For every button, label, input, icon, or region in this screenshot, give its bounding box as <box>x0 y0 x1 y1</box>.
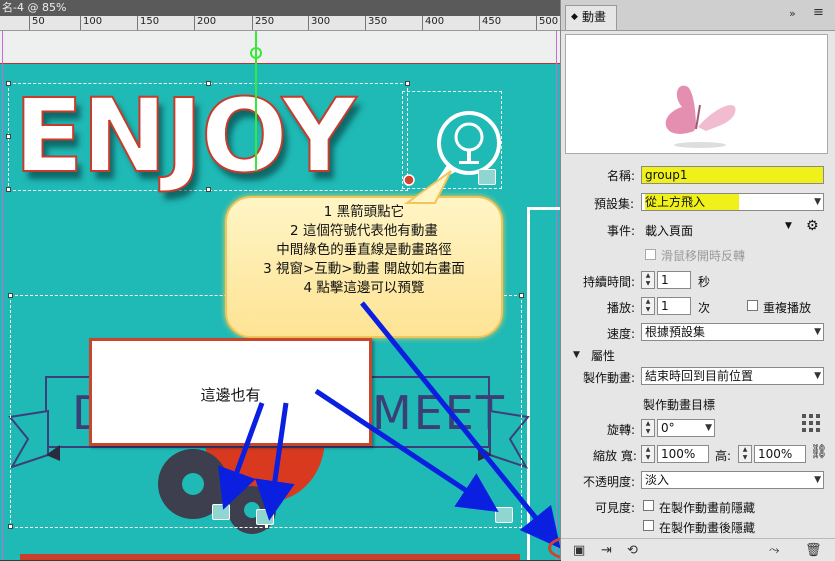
ruler-tick: 450 <box>479 16 501 30</box>
tab-label: 動畫 <box>582 10 607 24</box>
ruler-tick: 250 <box>252 16 274 30</box>
scale-width-stepper[interactable]: ▲ ▼ <box>641 445 655 463</box>
butterfly-icon <box>665 85 736 148</box>
rotate-label: 旋轉: <box>607 423 636 437</box>
opacity-dropdown[interactable]: 淡入 ▼ <box>641 471 824 489</box>
chevron-down-icon: ▼ <box>814 327 821 337</box>
opacity-value: 淡入 <box>645 473 670 487</box>
rotate-dropdown[interactable]: 0° ▼ <box>657 419 715 437</box>
ruler-tick: 150 <box>137 16 159 30</box>
hide-after-checkbox[interactable] <box>643 520 654 531</box>
properties-label[interactable]: 屬性 <box>591 347 615 364</box>
chevron-down-icon[interactable]: ▼ <box>785 221 792 231</box>
hide-before-label: 在製作動畫前隱藏 <box>659 501 756 515</box>
duration-unit: 秒 <box>698 275 711 289</box>
animate-label: 製作動畫: <box>583 371 636 385</box>
ruler-tick: 500 <box>536 16 558 30</box>
expand-icon[interactable]: » <box>789 7 796 20</box>
link-icon[interactable]: ⛓ <box>810 444 828 460</box>
panel-bottom-toolbar: ▣ ⇥ ⟲ ⤳ 🗑 <box>561 538 835 561</box>
hide-after-label: 在製作動畫後隱藏 <box>659 521 756 535</box>
scale-height-label: 高: <box>715 449 732 463</box>
preview-spread-icon[interactable]: ▣ <box>573 543 585 558</box>
scale-width-label: 縮放 寬: <box>593 449 637 463</box>
loop-checkbox[interactable] <box>747 300 758 311</box>
bottom-red-bar <box>20 554 520 560</box>
preset-label: 預設集: <box>594 197 635 211</box>
play-field[interactable]: 1 <box>657 297 691 315</box>
panel-menu-icon[interactable]: ≡ <box>813 5 824 20</box>
duration-label: 持續時間: <box>583 275 636 289</box>
chevron-down-icon: ▼ <box>814 475 821 485</box>
animate-dropdown[interactable]: 結束時回到目前位置 ▼ <box>641 367 824 385</box>
preset-dropdown[interactable]: 從上方飛入 ▼ <box>641 193 824 211</box>
convert-path-icon[interactable]: ⟲ <box>627 543 638 558</box>
animation-panel: ◆ 動畫 » ≡ 名稱: group1 預設集: 從上方飛入 ▼ 事件: 載入頁… <box>560 0 835 561</box>
play-stepper[interactable]: ▲ ▼ <box>641 297 655 315</box>
motion-path-icon[interactable]: ⤳ <box>769 543 779 558</box>
scale-height-stepper[interactable]: ▲ ▼ <box>738 445 752 463</box>
hide-before-checkbox[interactable] <box>643 500 654 511</box>
duration-stepper[interactable]: ▲ ▼ <box>641 271 655 289</box>
speed-value: 根據預設集 <box>645 325 706 339</box>
scale-width-field[interactable]: 100% <box>657 445 709 463</box>
horizontal-ruler: 50 100 150 200 250 300 350 400 450 500 <box>0 16 560 31</box>
opacity-label: 不透明度: <box>583 475 636 489</box>
name-field[interactable]: group1 <box>641 166 824 184</box>
name-label: 名稱: <box>607 169 636 183</box>
animation-preview[interactable] <box>565 34 828 154</box>
ruler-tick: 50 <box>29 16 45 30</box>
show-path-icon[interactable]: ⇥ <box>601 543 612 558</box>
scale-height-field[interactable]: 100% <box>754 445 806 463</box>
expand-triangle-icon[interactable]: ▼ <box>573 350 580 360</box>
duration-field[interactable]: 1 <box>657 271 691 289</box>
rotate-value: 0° <box>661 421 675 435</box>
play-unit: 次 <box>698 301 711 315</box>
visibility-label: 可見度: <box>595 501 636 515</box>
annotation-arrows <box>218 301 560 549</box>
event-dropdown[interactable]: 載入頁面 <box>645 222 693 239</box>
ruler-tick: 200 <box>194 16 216 30</box>
chevron-down-icon: ▼ <box>705 423 712 433</box>
tab-animation[interactable]: ◆ 動畫 <box>565 5 617 30</box>
chevron-down-icon: ▼ <box>814 371 821 381</box>
ruler-tick: 400 <box>422 16 444 30</box>
panel-header: ◆ 動畫 » ≡ <box>561 0 835 31</box>
event-options-icon[interactable]: ⚙ <box>806 218 819 234</box>
document-canvas[interactable]: D MEET ENJOY <box>0 31 560 560</box>
chevron-down-icon: ▼ <box>814 197 821 207</box>
ruler-tick: 100 <box>80 16 102 30</box>
speed-label: 速度: <box>607 327 636 341</box>
rollover-checkbox[interactable] <box>645 249 656 260</box>
reference-point-icon[interactable] <box>801 413 821 433</box>
preset-value: 從上方飛入 <box>645 194 740 210</box>
animate-value: 結束時回到目前位置 <box>645 369 754 383</box>
ruler-tick: 350 <box>365 16 387 30</box>
rotate-stepper[interactable]: ▲ ▼ <box>641 419 655 437</box>
loop-label: 重複播放 <box>763 301 812 315</box>
rollover-label: 滑鼠移開時反轉 <box>661 249 746 263</box>
document-tab[interactable]: 名-4 @ 85% <box>0 0 560 16</box>
play-label: 播放: <box>607 301 636 315</box>
ruler-tick: 300 <box>308 16 330 30</box>
collapse-icon[interactable]: ◆ <box>571 6 578 28</box>
speed-dropdown[interactable]: 根據預設集 ▼ <box>641 323 824 341</box>
target-label: 製作動畫目標 <box>643 398 716 412</box>
trash-icon[interactable]: 🗑 <box>805 543 822 558</box>
event-label: 事件: <box>607 224 636 238</box>
